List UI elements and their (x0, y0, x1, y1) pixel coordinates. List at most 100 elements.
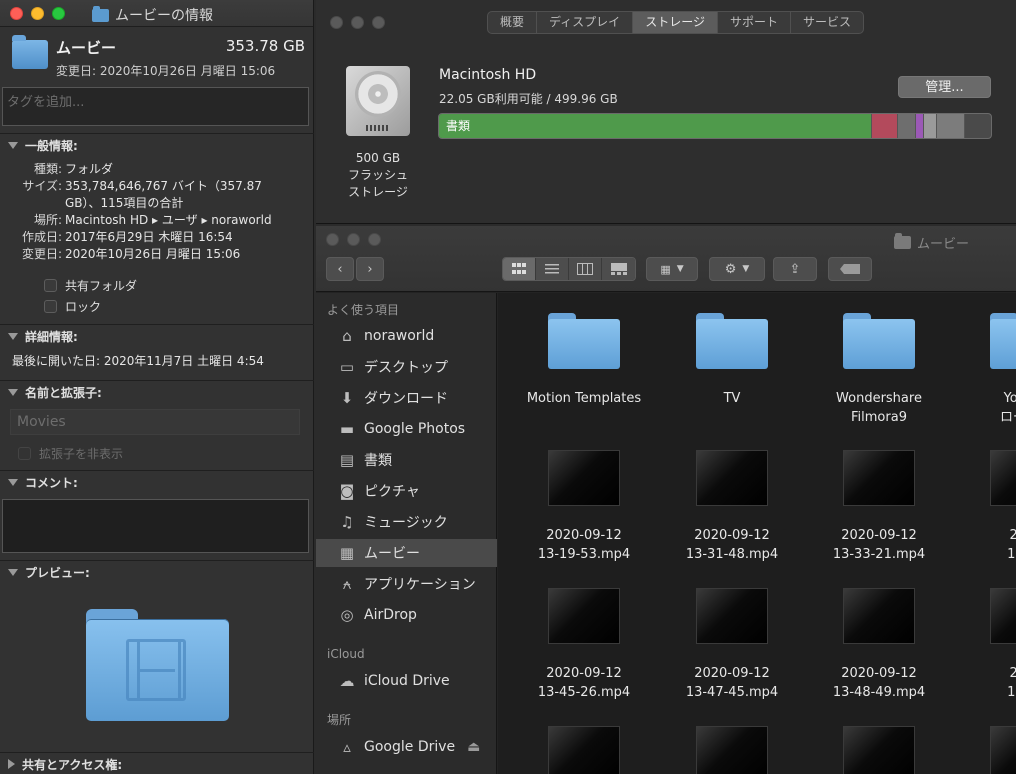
window-controls (326, 233, 381, 246)
action-button[interactable]: ⚙ ▼ (709, 257, 765, 281)
hide-extension-checkbox[interactable]: 拡張子を非表示 (18, 445, 123, 462)
comments-toggle[interactable]: コメント: (0, 471, 314, 493)
sharing-toggle[interactable]: 共有とアクセス権: (0, 753, 314, 774)
lock-checkbox[interactable]: ロック (44, 298, 101, 315)
folder-item[interactable]: Motion Templates (514, 313, 654, 408)
camera-icon: ◙ (339, 482, 355, 500)
zoom-button[interactable] (52, 7, 65, 20)
sidebar-item[interactable]: ◙ ピクチャ (316, 477, 497, 505)
sidebar-item[interactable]: ⍲ アプリケーション (316, 570, 497, 598)
film-icon (126, 639, 186, 701)
folder-item[interactable]: Wondershare Filmora9 (809, 313, 949, 427)
video-file-item[interactable]: 2020 13-35 (956, 450, 1016, 564)
video-thumbnail-icon (843, 726, 915, 774)
video-thumbnail-icon (548, 726, 620, 774)
group-by-button[interactable]: ▦ ▼ (646, 257, 698, 281)
zoom-button[interactable] (368, 233, 381, 246)
minimize-button[interactable] (31, 7, 44, 20)
sidebar-item[interactable]: ▵ Google Drive ⏏ (316, 733, 497, 761)
eject-icon[interactable]: ⏏ (467, 739, 480, 755)
about-this-mac-window: 概要 ディスプレイ ストレージ サポート サービス 500 GB フラッシュ ストレージ… (316, 0, 1016, 224)
video-file-item[interactable]: 2020-09-12 13-47-45.mp4 (662, 588, 802, 702)
manage-button[interactable]: 管理... (898, 76, 991, 98)
checkbox-box[interactable] (18, 447, 31, 460)
storage-segment[interactable] (872, 114, 898, 138)
storage-segment[interactable] (937, 114, 965, 138)
sidebar-item[interactable]: ⬇ ダウンロード (316, 384, 497, 412)
close-button[interactable] (10, 7, 23, 20)
desktop-icon: ▭ (339, 358, 355, 376)
video-file-item[interactable] (956, 726, 1016, 774)
tags-button[interactable] (828, 257, 872, 281)
file-name: Motion Templates (526, 391, 642, 406)
tag-input[interactable]: タグを追加... (2, 87, 309, 126)
name-ext-toggle[interactable]: 名前と拡張子: (0, 381, 314, 403)
finder-title-text: ムービー (917, 237, 970, 252)
folder-item[interactable]: TV (662, 313, 802, 408)
tab-1[interactable]: ディスプレイ (537, 12, 634, 33)
sidebar-item[interactable]: ◎ AirDrop (316, 601, 497, 629)
close-button[interactable] (330, 16, 343, 29)
info-row-value: 2020年10月26日 月曜日 15:06 (65, 247, 241, 261)
gallery-view-button[interactable] (602, 258, 635, 280)
tab-0[interactable]: 概要 (488, 12, 538, 33)
general-toggle[interactable]: 一般情報: (0, 134, 314, 156)
checkbox-box[interactable] (44, 300, 57, 313)
storage-segment[interactable] (924, 114, 937, 138)
minimize-button[interactable] (347, 233, 360, 246)
tab-4[interactable]: サービス (791, 12, 863, 33)
shared-folder-checkbox[interactable]: 共有フォルダ (44, 277, 137, 294)
drive-icon: ▵ (343, 738, 351, 756)
file-name: 2020-09-12 13-19-53.mp4 (537, 528, 631, 562)
sharing-title: 共有とアクセス権: (22, 757, 123, 772)
more-info-toggle[interactable]: 詳細情報: (0, 325, 314, 347)
video-file-item[interactable]: 2020 13-49 (956, 588, 1016, 702)
video-file-item[interactable] (514, 726, 654, 774)
sidebar-item[interactable]: ♫ ミュージック (316, 508, 497, 536)
video-file-item[interactable] (809, 726, 949, 774)
name-field[interactable]: Movies (10, 409, 300, 435)
info-row: 場所: Macintosh HD ▸ ユーザ ▸ noraworld (0, 212, 300, 229)
disk-name: Macintosh HD (439, 67, 537, 83)
comment-input[interactable] (2, 499, 309, 553)
minimize-button[interactable] (351, 16, 364, 29)
folder-icon (696, 313, 768, 369)
chevron-down-icon: ▼ (676, 264, 684, 274)
storage-segment[interactable] (898, 114, 916, 138)
tab-3[interactable]: サポート (718, 12, 791, 33)
icon-view-button[interactable] (503, 258, 536, 280)
video-file-item[interactable]: 2020-09-12 13-45-26.mp4 (514, 588, 654, 702)
video-file-item[interactable]: 2020-09-12 13-33-21.mp4 (809, 450, 949, 564)
zoom-button[interactable] (372, 16, 385, 29)
video-file-item[interactable]: 2020-09-12 13-31-48.mp4 (662, 450, 802, 564)
disclosure-triangle-icon (8, 332, 18, 340)
sidebar-item[interactable]: ⌂ noraworld (316, 322, 497, 350)
video-file-item[interactable]: 2020-09-12 13-48-49.mp4 (809, 588, 949, 702)
video-file-item[interactable] (662, 726, 802, 774)
back-button[interactable]: ‹ (326, 257, 354, 281)
disk-available: 22.05 GB利用可能 / 499.96 GB (439, 92, 618, 106)
storage-segment[interactable] (916, 114, 924, 138)
folder-item[interactable]: YouTub ロード済 (956, 313, 1016, 427)
share-button[interactable]: ⇪ (773, 257, 817, 281)
forward-button[interactable]: › (356, 257, 384, 281)
sidebar-item[interactable]: ☁ iCloud Drive (316, 667, 497, 695)
sidebar-item[interactable]: ▭ デスクトップ (316, 353, 497, 381)
window-title-text: ムービーの情報 (115, 8, 213, 24)
list-view-button[interactable] (536, 258, 569, 280)
sidebar-item[interactable]: ▤ 書類 (316, 446, 497, 474)
video-thumbnail-icon (990, 450, 1016, 506)
item-name: ムービー (56, 39, 117, 57)
video-file-item[interactable]: 2020-09-12 13-19-53.mp4 (514, 450, 654, 564)
video-thumbnail-icon (696, 588, 768, 644)
preview-toggle[interactable]: プレビュー: (0, 561, 314, 583)
info-row-key: 種類: (33, 162, 62, 176)
storage-segment[interactable]: 書類 (439, 114, 872, 138)
close-button[interactable] (326, 233, 339, 246)
sidebar-item[interactable]: ▬ Google Photos (316, 415, 497, 443)
checkbox-box[interactable] (44, 279, 57, 292)
file-name: 2020-09-12 13-48-49.mp4 (832, 666, 926, 700)
tab-2[interactable]: ストレージ (633, 12, 718, 33)
sidebar-item[interactable]: ▦ ムービー (316, 539, 497, 567)
column-view-button[interactable] (569, 258, 602, 280)
